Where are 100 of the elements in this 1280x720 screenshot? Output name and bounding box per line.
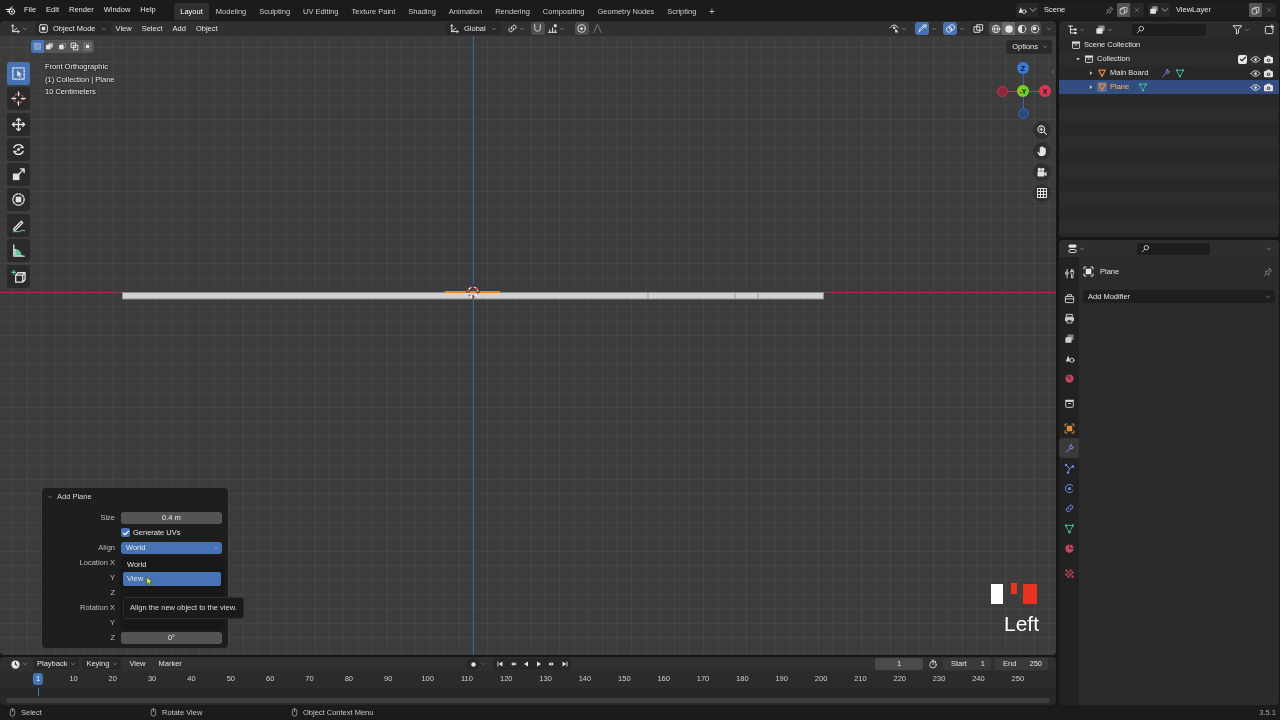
tool-button[interactable] xyxy=(7,163,30,186)
jump-end-button[interactable] xyxy=(558,658,571,670)
checkmark-icon xyxy=(121,528,130,537)
previous-keyframe-button[interactable] xyxy=(506,658,519,670)
globe-icon xyxy=(1063,372,1075,384)
display-mode-button[interactable] xyxy=(1065,23,1087,36)
header-toggle[interactable] xyxy=(943,22,957,35)
grid-icon xyxy=(1036,187,1048,199)
record-button[interactable] xyxy=(466,657,480,671)
camera-icon[interactable] xyxy=(1263,53,1274,65)
pin-icon[interactable] xyxy=(1263,266,1273,277)
shading-mode-button[interactable] xyxy=(1015,22,1028,35)
close-icon[interactable] xyxy=(1265,6,1273,14)
archive-box-icon xyxy=(1063,397,1075,409)
target-icon xyxy=(576,23,588,34)
visibility-dropdown[interactable] xyxy=(887,22,909,35)
overlapping-squares-icon xyxy=(972,23,984,34)
triangle-icon xyxy=(1097,68,1107,78)
snap-toggle[interactable] xyxy=(530,22,545,35)
view-filter-button[interactable] xyxy=(1093,23,1115,36)
box-select-icon xyxy=(11,66,26,81)
duplicate-icon xyxy=(1251,5,1260,15)
header-toggle[interactable] xyxy=(971,22,985,35)
record-dot-icon xyxy=(468,659,478,669)
select-mode-button[interactable] xyxy=(31,40,44,53)
difference-squares-icon xyxy=(70,42,80,51)
editor-type-button[interactable] xyxy=(8,657,30,671)
particles-icon xyxy=(1063,462,1075,474)
checkbox[interactable] xyxy=(1238,54,1247,64)
jump-start-button[interactable] xyxy=(493,658,506,670)
grid-snap-icon xyxy=(546,23,558,34)
play-icon xyxy=(534,660,543,668)
disclosure-triangle-icon[interactable] xyxy=(1088,70,1094,76)
tool-button[interactable] xyxy=(7,188,30,211)
eye-icon[interactable] xyxy=(1250,81,1261,93)
tool-button[interactable] xyxy=(7,87,30,110)
stopwatch-icon[interactable] xyxy=(928,659,938,669)
arrow-curve-icon xyxy=(916,23,928,34)
caret-icon xyxy=(1079,245,1085,252)
axes-icon xyxy=(10,23,21,34)
archive-box-icon xyxy=(1084,54,1094,64)
header-toggle[interactable] xyxy=(915,22,929,35)
tool-button[interactable] xyxy=(7,265,30,288)
search-icon xyxy=(1141,244,1150,253)
view-layer-browse-button[interactable] xyxy=(1148,3,1170,17)
eye-icon[interactable] xyxy=(1250,67,1261,79)
duplicate-button[interactable] xyxy=(1117,3,1130,17)
wire-sphere-icon xyxy=(990,23,1001,34)
axis-line xyxy=(1022,73,1024,85)
eye-icon[interactable] xyxy=(1250,53,1261,65)
pencil-icon xyxy=(11,218,26,233)
shading-mode-button[interactable] xyxy=(989,22,1002,35)
add-box-icon[interactable] xyxy=(1264,24,1275,35)
duplicate-button[interactable] xyxy=(1249,3,1262,17)
select-mode-button[interactable] xyxy=(56,40,69,53)
select-mode-button[interactable] xyxy=(81,40,94,53)
camera-icon[interactable] xyxy=(1263,67,1274,79)
proportional-editing-toggle[interactable] xyxy=(574,22,589,35)
tool-button[interactable] xyxy=(7,138,30,161)
chain-link-icon xyxy=(1063,502,1075,514)
caret-icon xyxy=(1027,5,1038,15)
editor-type-button[interactable] xyxy=(1065,242,1087,255)
camera-view-button[interactable] xyxy=(1033,163,1051,181)
mesh-triangle-icon xyxy=(1138,82,1149,92)
filter-button[interactable] xyxy=(1230,23,1252,36)
zoom-button[interactable] xyxy=(1033,121,1051,139)
disclosure-triangle-icon[interactable] xyxy=(1088,84,1094,90)
caret-icon xyxy=(100,25,107,32)
curve-icon[interactable] xyxy=(591,23,603,34)
disclosure-triangle-icon[interactable] xyxy=(1075,56,1081,62)
pan-button[interactable] xyxy=(1033,142,1051,160)
app-logo-icon[interactable] xyxy=(5,4,16,16)
editor-type-button[interactable] xyxy=(8,22,30,35)
mesh-triangle-icon xyxy=(1175,68,1186,78)
solid-sphere-icon xyxy=(1003,23,1014,34)
checkbox[interactable] xyxy=(121,528,130,537)
projection-button[interactable] xyxy=(1033,184,1051,202)
camera-icon[interactable] xyxy=(1263,81,1274,93)
overlapping-circles-icon xyxy=(944,23,956,34)
magnet-icon xyxy=(532,23,544,34)
ruler-angle-icon xyxy=(11,243,26,258)
close-icon[interactable] xyxy=(1133,6,1141,14)
pin-icon[interactable] xyxy=(1105,5,1114,15)
tool-button[interactable] xyxy=(7,113,30,136)
search-field[interactable] xyxy=(1137,242,1210,255)
orbit-icon xyxy=(1063,482,1075,494)
half-sphere-icon xyxy=(1016,23,1027,34)
shading-mode-button[interactable] xyxy=(1002,22,1015,35)
search-field[interactable] xyxy=(1132,23,1206,36)
tool-button[interactable] xyxy=(7,214,30,237)
caret-icon xyxy=(518,25,525,32)
tool-button[interactable] xyxy=(7,239,30,262)
add-workspace-button[interactable]: + xyxy=(702,3,721,20)
pressed-key-text: Left xyxy=(1004,613,1040,634)
stacked-images-icon xyxy=(1095,24,1106,35)
shading-mode-button[interactable] xyxy=(1028,22,1041,35)
caret-icon xyxy=(1042,44,1048,50)
caret-icon xyxy=(1244,26,1250,33)
search-icon xyxy=(1136,25,1145,34)
tools-icon xyxy=(1063,267,1075,279)
